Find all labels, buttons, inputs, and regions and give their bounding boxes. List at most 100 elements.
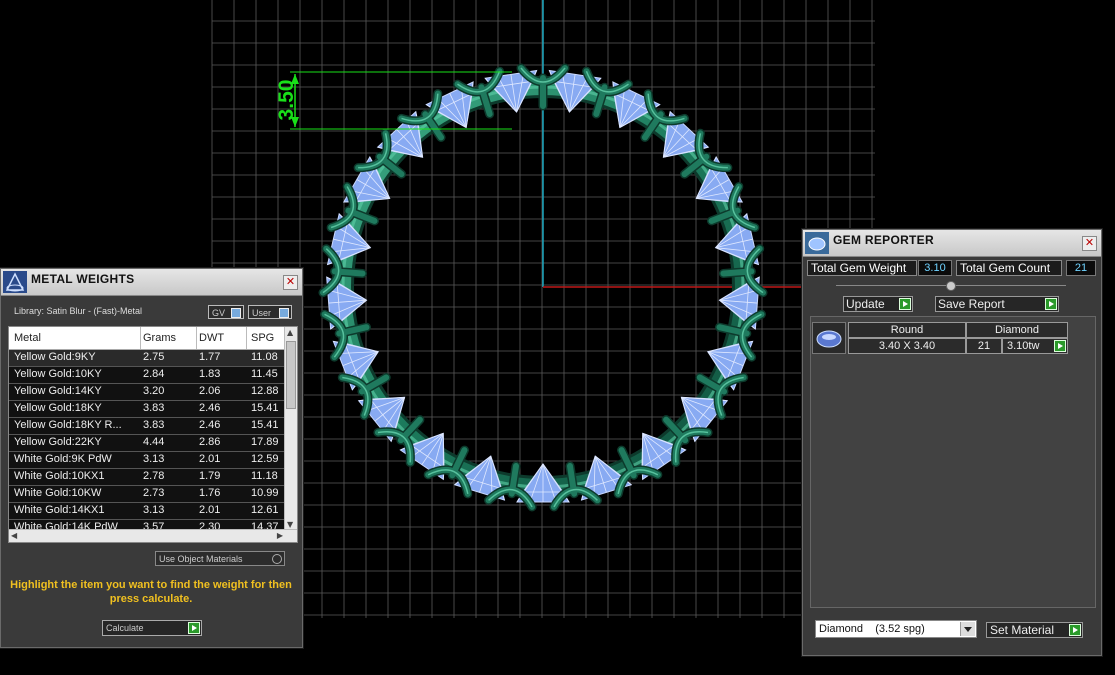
gem-reporter-title: GEM REPORTER [833, 233, 934, 247]
scroll-down-icon[interactable]: ▼ [287, 520, 293, 529]
gem-weight: 3.10tw [1002, 338, 1068, 354]
dwt-cell: 2.46 [199, 402, 221, 414]
metal-name-cell: Yellow Gold:9KY [14, 351, 96, 363]
table-row[interactable]: White Gold:10KW 2.73 1.76 10.99 [9, 486, 285, 503]
metal-table: Metal Grams DWT SPG Yellow Gold:9KY 2.75 1… [8, 326, 298, 543]
metal-weights-close-icon[interactable]: ✕ [283, 275, 298, 290]
grams-cell: 3.83 [143, 402, 165, 414]
total-gem-weight-text: Total Gem Weight [811, 261, 907, 275]
calculate-button[interactable]: Calculate [102, 620, 202, 636]
total-gem-weight-value: 3.10 [918, 260, 952, 276]
calculate-hint: Highlight the item you want to find the … [10, 579, 292, 605]
update-button[interactable]: Update [843, 296, 913, 312]
grams-cell: 4.44 [143, 436, 165, 448]
gem-count: 21 [966, 338, 1002, 354]
table-vertical-scrollbar[interactable]: ▲ ▼ [284, 327, 297, 530]
grams-cell: 3.83 [143, 419, 165, 431]
table-row[interactable]: Yellow Gold:14KY 3.20 2.06 12.88 [9, 384, 285, 401]
scroll-right-icon[interactable]: ▶ [277, 531, 283, 540]
calculate-label: Calculate [106, 623, 144, 633]
gem-material: Diamond [966, 322, 1068, 338]
dwt-cell: 2.01 [199, 504, 221, 516]
calculate-play-icon [188, 622, 200, 634]
metal-weights-title: METAL WEIGHTS [31, 272, 135, 286]
save-report-button[interactable]: Save Report [935, 296, 1059, 312]
dwt-cell: 2.01 [199, 453, 221, 465]
col-dwt[interactable]: DWT [199, 332, 224, 344]
table-row[interactable]: White Gold:14KX1 3.13 2.01 12.61 [9, 503, 285, 520]
dwt-cell: 2.46 [199, 419, 221, 431]
dwt-cell: 1.83 [199, 368, 221, 380]
metal-name-cell: Yellow Gold:10KY [14, 368, 102, 380]
dwt-cell: 1.79 [199, 470, 221, 482]
update-play-icon [899, 298, 911, 310]
table-row[interactable]: Yellow Gold:18KY R... 3.83 2.46 15.41 [9, 418, 285, 435]
set-material-button[interactable]: Set Material [986, 622, 1083, 638]
total-gem-count-label: Total Gem Count [956, 260, 1062, 276]
grams-cell: 3.20 [143, 385, 165, 397]
gem-reporter-close-icon[interactable]: ✕ [1082, 236, 1097, 251]
grams-cell: 2.84 [143, 368, 165, 380]
metal-name-cell: Yellow Gold:18KY R... [14, 419, 122, 431]
metal-name-cell: Yellow Gold:18KY [14, 402, 102, 414]
grams-cell: 3.13 [143, 504, 165, 516]
grams-cell: 2.78 [143, 470, 165, 482]
scroll-up-icon[interactable]: ▲ [287, 328, 293, 337]
user-toggle[interactable]: User [248, 305, 292, 319]
gem-list-area [810, 316, 1096, 608]
total-gem-weight-label: Total Gem Weight [807, 260, 917, 276]
gem-reporter-titlebar[interactable]: GEM REPORTER ✕ [803, 230, 1101, 257]
dwt-cell: 1.76 [199, 487, 221, 499]
use-object-materials-label: Use Object Materials [159, 554, 243, 564]
gv-label: GV [212, 308, 226, 318]
splitter-handle-icon[interactable] [946, 281, 956, 291]
table-row[interactable]: Yellow Gold:18KY 3.83 2.46 15.41 [9, 401, 285, 418]
table-row[interactable]: Yellow Gold:9KY 2.75 1.77 11.08 [9, 350, 285, 367]
metal-name-cell: White Gold:14KX1 [14, 504, 105, 516]
metal-weights-logo-icon [3, 271, 27, 293]
material-select-value: Diamond (3.52 spg) [819, 623, 925, 635]
user-label: User [252, 308, 272, 318]
gv-toggle[interactable]: GV [208, 305, 244, 319]
metal-name-cell: White Gold:9K PdW [14, 453, 112, 465]
metal-name-cell: Yellow Gold:22KY [14, 436, 102, 448]
metal-name-cell: White Gold:10KX1 [14, 470, 105, 482]
metal-table-header: Metal Grams DWT SPG [9, 327, 285, 350]
metal-name-cell: Yellow Gold:14KY [14, 385, 102, 397]
metal-table-rows: Yellow Gold:9KY 2.75 1.77 11.08 Yellow Gold:… [9, 350, 285, 537]
gem-shape: Round [848, 322, 966, 338]
grams-cell: 2.73 [143, 487, 165, 499]
gem-row-play-icon[interactable] [1054, 340, 1066, 352]
col-metal[interactable]: Metal [14, 332, 41, 344]
total-gem-count-text: Total Gem Count [960, 261, 1051, 275]
metal-name-cell: White Gold:10KW [14, 487, 102, 499]
use-object-materials-toggle[interactable]: Use Object Materials [155, 551, 285, 566]
scroll-thumb[interactable] [286, 341, 296, 409]
gem-reporter-logo-icon [805, 232, 829, 254]
set-material-play-icon [1069, 624, 1081, 636]
chevron-down-icon [960, 622, 975, 636]
table-row[interactable]: White Gold:10KX1 2.78 1.79 11.18 [9, 469, 285, 486]
col-grams[interactable]: Grams [143, 332, 176, 344]
save-report-label: Save Report [938, 297, 1005, 311]
dwt-cell: 2.86 [199, 436, 221, 448]
gem-thumbnail-icon[interactable] [812, 322, 846, 354]
save-report-play-icon [1045, 298, 1057, 310]
col-spg[interactable]: SPG [251, 332, 274, 344]
gem-size: 3.40 X 3.40 [848, 338, 966, 354]
total-gem-count-value: 21 [1066, 260, 1096, 276]
table-horizontal-scrollbar[interactable]: ◀ ▶ [9, 529, 297, 542]
scroll-left-icon[interactable]: ◀ [11, 531, 17, 540]
library-label: Library: Satin Blur - (Fast)-Metal [14, 306, 143, 316]
metal-weights-titlebar[interactable]: METAL WEIGHTS ✕ [1, 269, 302, 296]
table-row[interactable]: White Gold:9K PdW 3.13 2.01 12.59 [9, 452, 285, 469]
grams-cell: 3.13 [143, 453, 165, 465]
dimension-value: 3.50 [275, 80, 298, 121]
dwt-cell: 1.77 [199, 351, 221, 363]
material-select[interactable]: Diamond (3.52 spg) [815, 620, 977, 638]
table-row[interactable]: Yellow Gold:10KY 2.84 1.83 11.45 [9, 367, 285, 384]
dwt-cell: 2.06 [199, 385, 221, 397]
grams-cell: 2.75 [143, 351, 165, 363]
table-row[interactable]: Yellow Gold:22KY 4.44 2.86 17.89 [9, 435, 285, 452]
gem-weight-value: 3.10tw [1007, 340, 1040, 352]
